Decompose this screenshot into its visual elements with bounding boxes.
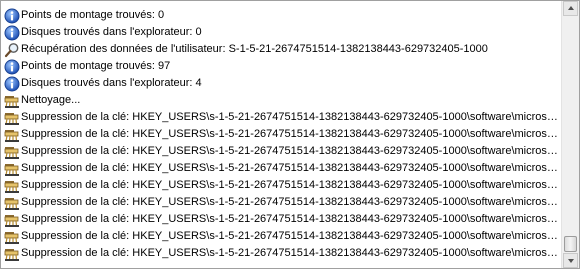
log-entry[interactable]: Suppression de la clé: HKEY_USERS\s-1-5-…	[1, 143, 562, 160]
log-entry-text: Récupération des données de l'utilisateu…	[21, 43, 488, 55]
info-icon	[4, 8, 20, 24]
info-icon	[4, 76, 20, 92]
broom-icon	[4, 110, 20, 126]
log-entry-text: Suppression de la clé: HKEY_USERS\s-1-5-…	[21, 213, 562, 225]
broom-icon	[4, 229, 20, 245]
log-entry-text: Suppression de la clé: HKEY_USERS\s-1-5-…	[21, 145, 562, 157]
log-list[interactable]: Points de montage trouvés: 0 Disques tro…	[1, 1, 562, 268]
log-entry-text: Disques trouvés dans l'explorateur: 4	[21, 77, 202, 89]
log-entry-text: Suppression de la clé: HKEY_USERS\s-1-5-…	[21, 111, 562, 123]
broom-icon	[4, 178, 20, 194]
log-entry[interactable]: Suppression de la clé: HKEY_USERS\s-1-5-…	[1, 126, 562, 143]
log-entry[interactable]: Suppression de la clé: HKEY_USERS\s-1-5-…	[1, 177, 562, 194]
arrow-down-icon	[568, 259, 574, 263]
log-entry[interactable]: Récupération des données de l'utilisateu…	[1, 41, 562, 58]
broom-icon	[4, 144, 20, 160]
log-entry-text: Nettoyage...	[21, 94, 81, 106]
broom-icon	[4, 195, 20, 211]
arrow-up-icon	[568, 6, 574, 10]
log-entry-text: Disques trouvés dans l'explorateur: 0	[21, 26, 202, 38]
log-entry[interactable]: Disques trouvés dans l'explorateur: 0	[1, 24, 562, 41]
log-entry[interactable]: Suppression de la clé: HKEY_USERS\s-1-5-…	[1, 245, 562, 262]
magnifier-icon	[4, 42, 20, 58]
broom-icon	[4, 161, 20, 177]
log-entry[interactable]: Suppression de la clé: HKEY_USERS\s-1-5-…	[1, 228, 562, 245]
info-icon	[4, 59, 20, 75]
log-entry[interactable]: Suppression de la clé: HKEY_USERS\s-1-5-…	[1, 194, 562, 211]
log-entry[interactable]: Suppression de la clé: HKEY_USERS\s-1-5-…	[1, 109, 562, 126]
log-entry[interactable]: Points de montage trouvés: 97	[1, 58, 562, 75]
log-entry-text: Points de montage trouvés: 97	[21, 60, 171, 72]
scroll-up-button[interactable]	[563, 1, 578, 16]
log-entry-text: Suppression de la clé: HKEY_USERS\s-1-5-…	[21, 162, 562, 174]
broom-icon	[4, 246, 20, 262]
log-panel[interactable]: Points de montage trouvés: 0 Disques tro…	[0, 0, 580, 269]
broom-icon	[4, 93, 20, 109]
log-entry[interactable]: Suppression de la clé: HKEY_USERS\s-1-5-…	[1, 211, 562, 228]
scrollbar-thumb[interactable]	[564, 236, 577, 252]
log-entry[interactable]: Points de montage trouvés: 0	[1, 7, 562, 24]
log-entry-text: Suppression de la clé: HKEY_USERS\s-1-5-…	[21, 230, 562, 242]
log-entry[interactable]: Suppression de la clé: HKEY_USERS\s-1-5-…	[1, 160, 562, 177]
info-icon	[4, 25, 20, 41]
log-entry-text: Suppression de la clé: HKEY_USERS\s-1-5-…	[21, 179, 562, 191]
broom-icon	[4, 127, 20, 143]
scroll-down-button[interactable]	[563, 253, 578, 268]
log-entry-text: Suppression de la clé: HKEY_USERS\s-1-5-…	[21, 196, 562, 208]
broom-icon	[4, 212, 20, 228]
log-entry-text: Suppression de la clé: HKEY_USERS\s-1-5-…	[21, 247, 562, 259]
vertical-scrollbar[interactable]	[561, 1, 579, 268]
log-entry-text: Points de montage trouvés: 0	[21, 9, 165, 21]
log-entry-text: Suppression de la clé: HKEY_USERS\s-1-5-…	[21, 128, 562, 140]
log-entry[interactable]: Disques trouvés dans l'explorateur: 4	[1, 75, 562, 92]
log-entry[interactable]: Nettoyage...	[1, 92, 562, 109]
